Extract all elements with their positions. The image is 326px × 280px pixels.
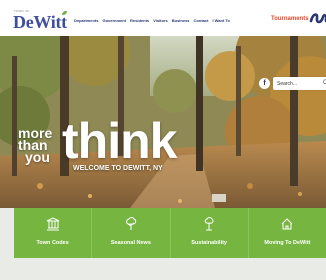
house-icon	[282, 218, 293, 230]
tagline-you: you	[25, 149, 50, 165]
tile-seasonal-news[interactable]: Seasonal News	[92, 208, 171, 258]
quick-links: Town Codes Seasonal News Sustainability …	[14, 208, 326, 258]
tile-town-codes[interactable]: Town Codes	[14, 208, 93, 258]
tile-moving-to-dewitt[interactable]: Moving To DeWitt	[248, 208, 326, 258]
tile-label: Sustainability	[191, 240, 227, 246]
nav-departments[interactable]: Departments	[74, 18, 98, 23]
seedling-tree-icon	[204, 217, 214, 231]
search-input[interactable]	[277, 77, 317, 90]
main-navigation: Departments Government Residents Visitor…	[74, 18, 230, 23]
dewitt-logo[interactable]: TOWN OF DeWitt	[13, 9, 67, 33]
tile-sustainability[interactable]: Sustainability	[170, 208, 249, 258]
tile-label: Town Codes	[36, 240, 69, 246]
tournaments-link[interactable]: Tournaments	[271, 16, 309, 22]
tree-icon	[125, 217, 137, 230]
logo-name: DeWitt	[13, 12, 67, 32]
nav-i-want-to[interactable]: I Want To	[212, 18, 230, 23]
nav-visitors[interactable]: Visitors	[153, 18, 168, 23]
search-box: C	[273, 77, 326, 90]
tile-label: Seasonal News	[110, 240, 151, 246]
cursive-logo-icon[interactable]	[309, 11, 326, 27]
hero-banner: f C more than you think WELCOME TO DEWIT…	[0, 36, 326, 208]
hero-headline: think	[62, 113, 177, 169]
nav-business[interactable]: Business	[172, 18, 190, 23]
nav-government[interactable]: Government	[102, 18, 126, 23]
facebook-icon[interactable]: f	[259, 78, 270, 89]
columns-building-icon	[46, 217, 59, 231]
nav-residents[interactable]: Residents	[130, 18, 149, 23]
nav-contact[interactable]: Contact	[194, 18, 209, 23]
tile-label: Moving To DeWitt	[264, 240, 311, 246]
site-header: TOWN OF DeWitt Departments Government Re…	[0, 0, 326, 36]
welcome-text: WELCOME TO DEWITT, NY	[73, 165, 163, 172]
